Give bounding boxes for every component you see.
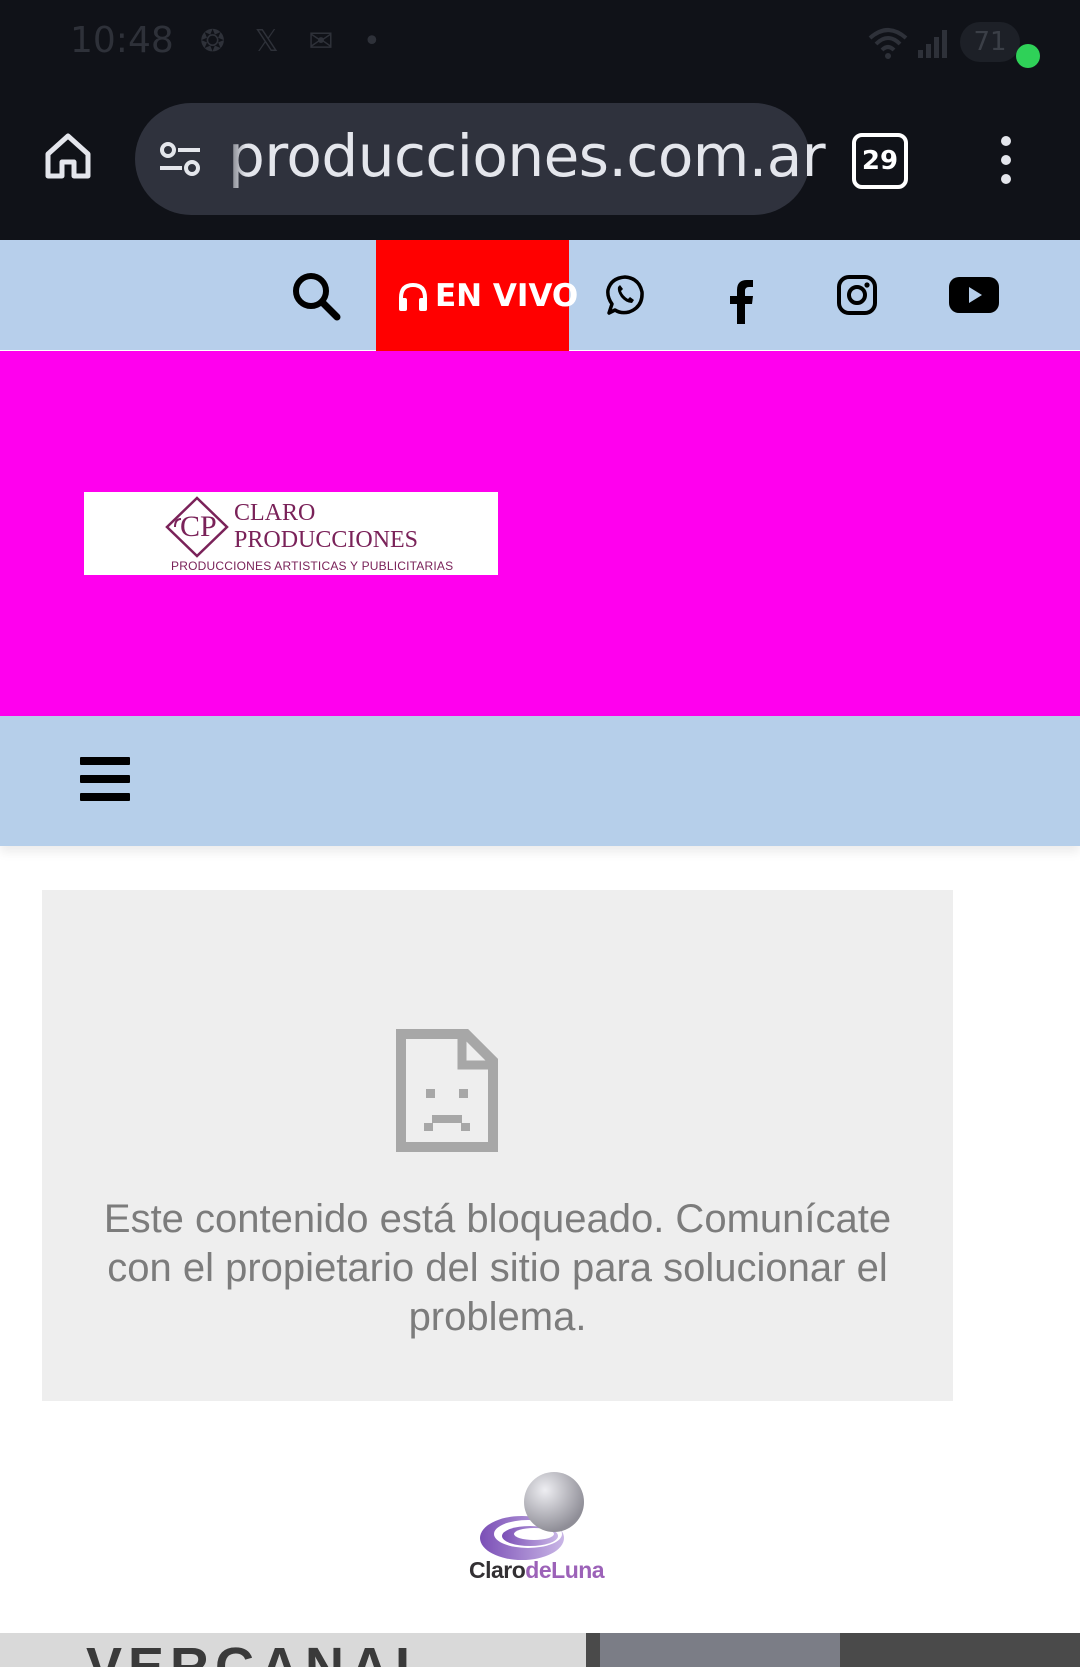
claro-de-luna-wordmark[interactable]: ClarodeLuna (469, 1557, 605, 1584)
site-settings-icon[interactable] (158, 140, 202, 180)
privacy-indicator-dot (1016, 44, 1040, 68)
wordmark-de: de (525, 1557, 552, 1583)
wordmark-luna: Luna (551, 1557, 605, 1583)
notification-icons: ❂ 𝕏 ✉ • (200, 24, 391, 59)
main-navbar (0, 716, 1080, 846)
logo-tagline: PRODUCCIONES ARTISTICAS Y PUBLICITARIAS (171, 559, 454, 573)
facebook-icon[interactable] (728, 280, 754, 324)
tab-switcher-button[interactable]: 29 (852, 133, 908, 189)
instagram-icon[interactable] (836, 274, 878, 316)
search-icon[interactable] (290, 270, 342, 322)
logo-monogram-text: CP (180, 510, 217, 543)
blocked-message: Este contenido está bloqueado. Comunícat… (103, 1197, 892, 1339)
whatsapp-icon[interactable] (603, 273, 647, 317)
logo-line2: PRODUCCIONES (234, 527, 419, 553)
headphones-icon (397, 282, 429, 312)
live-label[interactable]: EN VIVO (435, 278, 578, 314)
logo-line1: CLARO (234, 500, 316, 526)
wordmark-claro: Claro (469, 1557, 526, 1583)
hamburger-menu-icon[interactable] (80, 757, 130, 801)
sad-document-icon (396, 1029, 498, 1152)
bottom-banner-text-clip: VERCANAL (0, 1633, 1080, 1667)
claro-de-luna-moon-icon[interactable] (478, 1472, 588, 1568)
youtube-icon[interactable] (948, 276, 1000, 314)
battery-indicator: 71 (960, 22, 1020, 62)
wifi-icon (866, 26, 910, 65)
url-text[interactable]: producciones.com.ar (228, 122, 826, 190)
overflow-menu-icon[interactable] (1000, 135, 1012, 185)
url-fade (218, 118, 246, 188)
signal-icon (916, 28, 950, 63)
status-time: 10:48 (70, 20, 174, 61)
bottom-banner-text: VERCANAL (86, 1637, 435, 1667)
home-icon[interactable] (42, 130, 94, 182)
